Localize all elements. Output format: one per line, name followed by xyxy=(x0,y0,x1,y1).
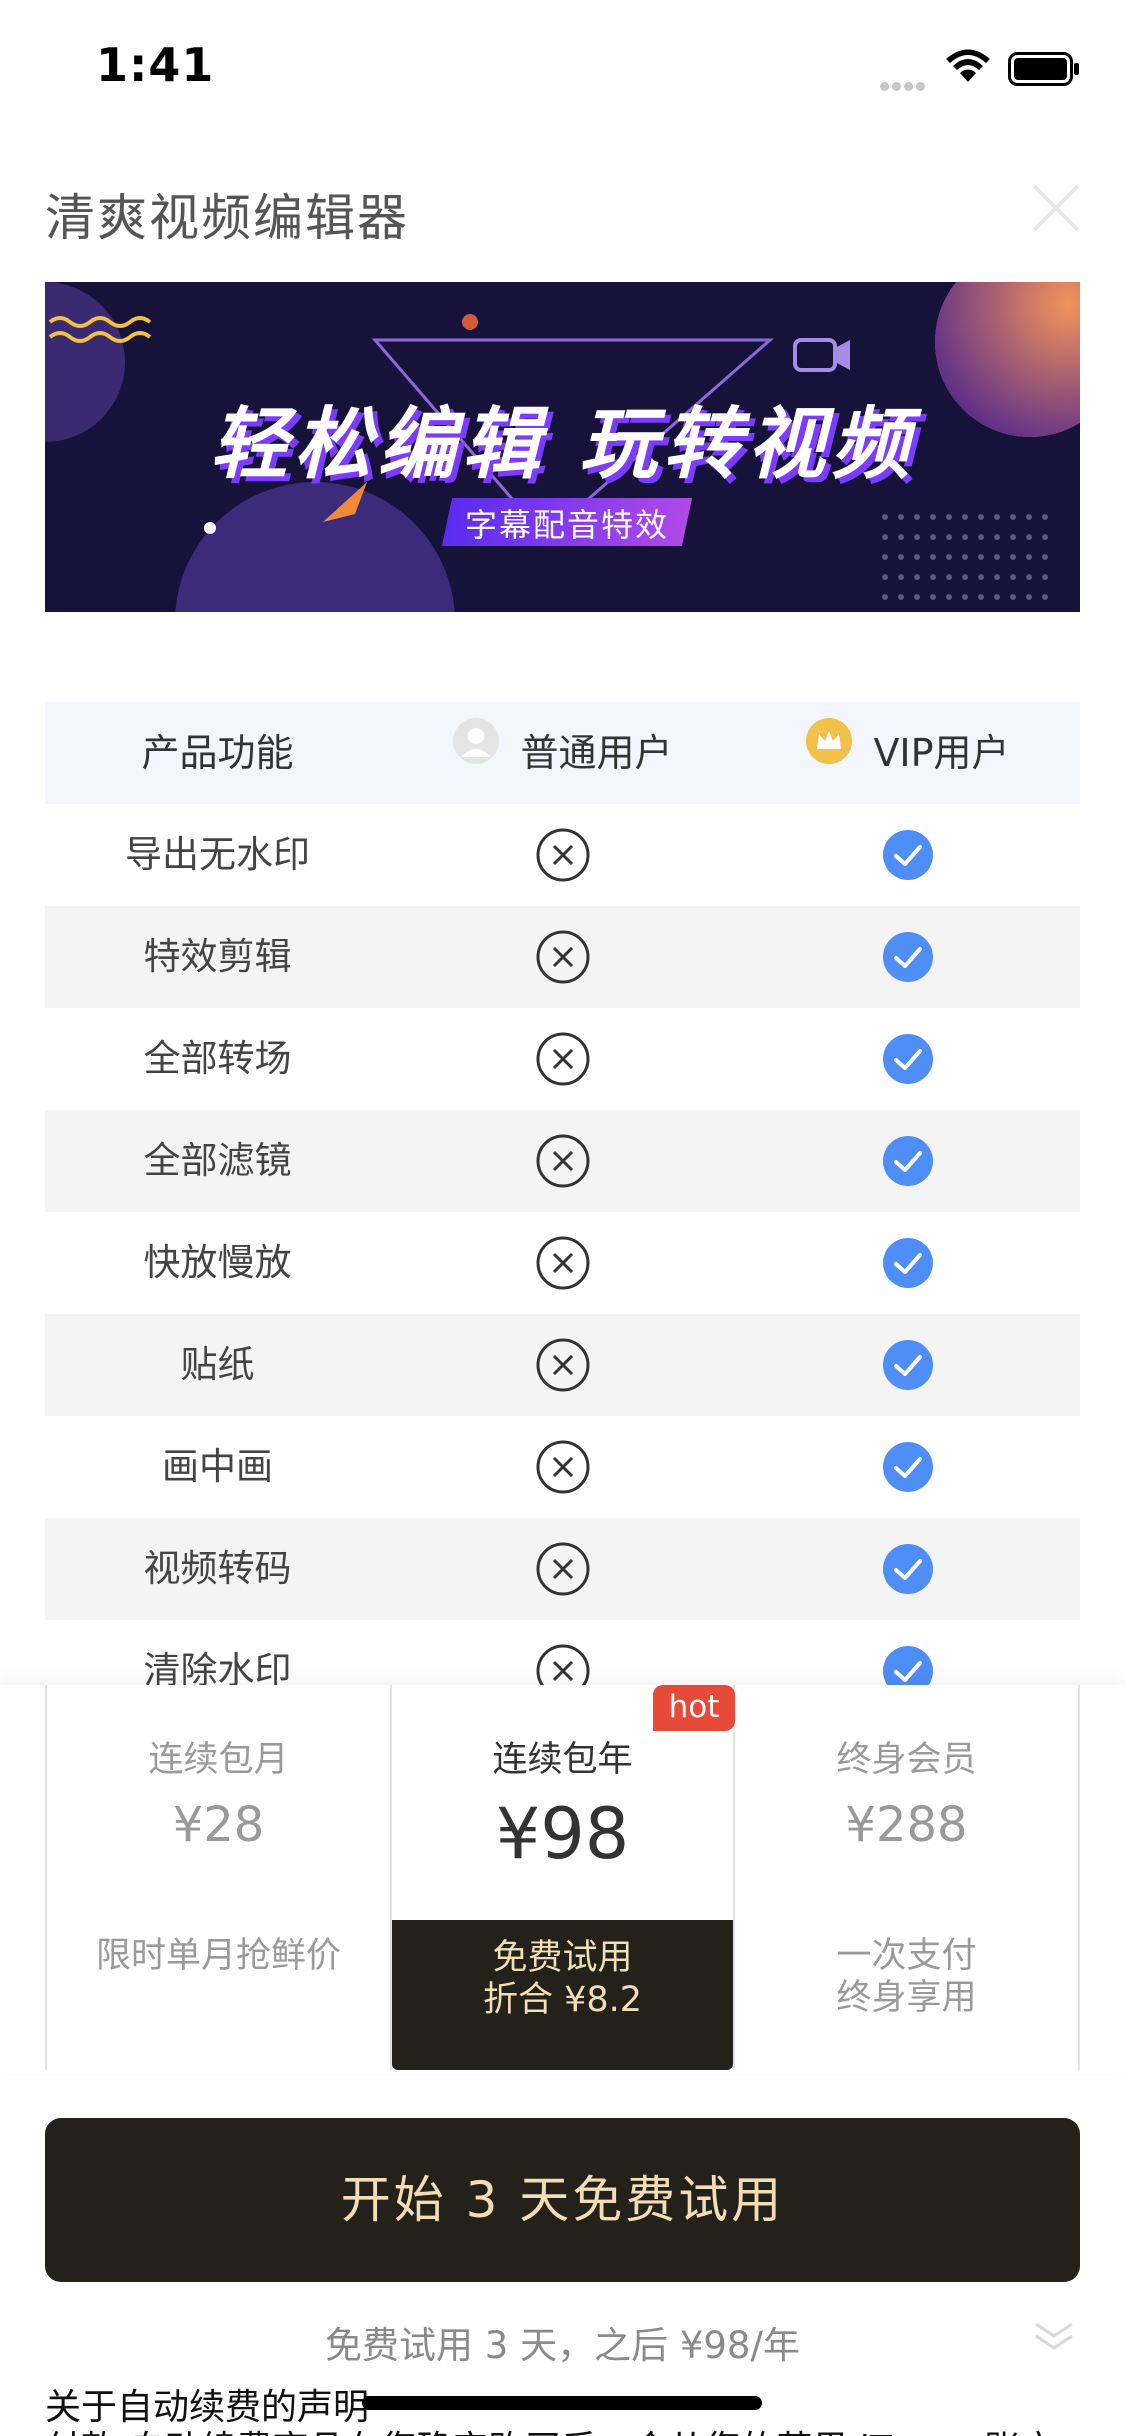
cross-icon xyxy=(535,929,591,989)
banner-headline: 轻松编辑 玩转视频 xyxy=(209,400,916,490)
vip-cell xyxy=(735,804,1080,906)
battery-icon xyxy=(1008,52,1079,86)
header-normal-label: 普通用户 xyxy=(520,731,673,775)
trial-info: 免费试用 3 天，之后 ¥98/年 xyxy=(325,2324,800,2367)
check-icon xyxy=(883,1544,933,1598)
plan-lifetime-note: 一次支付 终身享用 xyxy=(735,1935,1078,2019)
cross-icon xyxy=(535,1439,591,1499)
check-icon xyxy=(883,830,933,884)
wifi-icon xyxy=(946,49,990,82)
cross-icon xyxy=(535,1235,591,1295)
vip-cell xyxy=(735,906,1080,1008)
plan-monthly-note: 限时单月抢鲜价 xyxy=(95,1936,341,1976)
plan-lifetime[interactable]: 终身会员 ¥288 一次支付 终身享用 xyxy=(735,1685,1080,2070)
check-icon xyxy=(883,932,933,986)
feature-label: 全部转场 xyxy=(143,1037,292,1080)
chevron-down-icon[interactable] xyxy=(1032,2318,1076,2354)
cross-icon xyxy=(535,1337,591,1397)
table-row: 导出无水印 xyxy=(45,804,1080,906)
normal-cell xyxy=(390,906,735,1008)
signal-icon xyxy=(880,76,928,95)
header-normal-user: 普通用户 xyxy=(390,702,735,804)
plan-yearly-note: 免费试用 折合 ¥8.2 xyxy=(392,1937,733,2021)
hot-badge: hot xyxy=(653,1685,735,1731)
cross-icon xyxy=(535,827,591,887)
check-icon xyxy=(883,1034,933,1088)
table-row: 特效剪辑 xyxy=(45,906,1080,1008)
vip-cell xyxy=(735,1314,1080,1416)
banner-tag: 字幕配音特效 xyxy=(464,506,669,544)
table-row: 全部滤镜 xyxy=(45,1110,1080,1212)
normal-cell xyxy=(390,1212,735,1314)
cross-icon xyxy=(535,1031,591,1091)
plan-lifetime-name: 终身会员 xyxy=(836,1740,977,1780)
vip-cell xyxy=(735,1212,1080,1314)
home-indicator[interactable] xyxy=(362,2396,762,2410)
header-feature: 产品功能 xyxy=(141,731,294,775)
table-row: 画中画 xyxy=(45,1416,1080,1518)
header-vip-label: VIP用户 xyxy=(873,731,1010,775)
normal-cell xyxy=(390,1110,735,1212)
cross-icon xyxy=(535,1133,591,1193)
vip-cell xyxy=(735,1110,1080,1212)
plan-lifetime-note-line1: 一次支付 xyxy=(836,1936,977,1976)
feature-label: 贴纸 xyxy=(180,1343,255,1386)
vip-cell xyxy=(735,1008,1080,1110)
cross-icon xyxy=(535,1541,591,1601)
promo-banner: 轻松编辑 玩转视频 字幕配音特效 xyxy=(45,282,1080,612)
table-row: 全部转场 xyxy=(45,1008,1080,1110)
normal-cell xyxy=(390,1314,735,1416)
normal-cell xyxy=(390,1008,735,1110)
plan-yearly-note-line1: 免费试用 xyxy=(492,1938,633,1978)
feature-label: 快放慢放 xyxy=(143,1241,292,1284)
close-icon[interactable] xyxy=(1028,180,1084,236)
header-vip-user: VIP用户 xyxy=(735,702,1080,804)
plan-yearly-note-line2: 折合 ¥8.2 xyxy=(482,1980,643,2020)
feature-label: 画中画 xyxy=(162,1445,273,1488)
status-time: 1:41 xyxy=(96,38,215,92)
normal-cell xyxy=(390,1416,735,1518)
check-icon xyxy=(883,1238,933,1292)
status-bar: 1:41 xyxy=(0,0,1125,132)
plan-monthly[interactable]: 连续包月 ¥28 限时单月抢鲜价 xyxy=(45,1685,390,2070)
disclaimer-body: 付款 自动续费商品在您确定购买后，会从您的苹果 iTunes 账户 xyxy=(45,2420,1080,2436)
feature-label: 视频转码 xyxy=(143,1547,292,1590)
vip-cell xyxy=(735,1518,1080,1620)
normal-cell xyxy=(390,1518,735,1620)
check-icon xyxy=(883,1136,933,1190)
check-icon xyxy=(883,1340,933,1394)
table-header: 产品功能 普通用户 VIP用户 xyxy=(45,702,1080,804)
crown-icon xyxy=(806,717,853,764)
start-trial-button[interactable]: 开始 3 天免费试用 xyxy=(45,2118,1080,2282)
feature-label: 全部滤镜 xyxy=(143,1139,292,1182)
plan-monthly-price: ¥28 xyxy=(172,1797,265,1853)
plan-yearly-name: 连续包年 xyxy=(492,1740,633,1780)
feature-label: 特效剪辑 xyxy=(143,935,292,978)
plan-lifetime-price: ¥288 xyxy=(845,1797,968,1853)
page-title: 清爽视频编辑器 xyxy=(45,189,409,247)
vip-cell xyxy=(735,1416,1080,1518)
plan-selector: 连续包月 ¥28 限时单月抢鲜价 连续包年 ¥98 免费试用 折合 ¥8.2 终… xyxy=(0,1685,1125,2073)
user-avatar-icon xyxy=(453,717,500,764)
check-icon xyxy=(883,1442,933,1496)
plan-lifetime-note-line2: 终身享用 xyxy=(836,1978,977,2018)
feature-label: 导出无水印 xyxy=(125,833,310,876)
vip-page: 1:41 清爽视频编辑器 轻松编辑 玩转视频 字幕配音特效 产品功能 普通用户 … xyxy=(0,0,1125,2436)
table-row: 快放慢放 xyxy=(45,1212,1080,1314)
table-row: 视频转码 xyxy=(45,1518,1080,1620)
plan-monthly-name: 连续包月 xyxy=(148,1740,289,1780)
table-row: 贴纸 xyxy=(45,1314,1080,1416)
plan-yearly[interactable]: 连续包年 ¥98 免费试用 折合 ¥8.2 xyxy=(390,1685,735,2070)
plan-yearly-price: ¥98 xyxy=(495,1793,630,1875)
normal-cell xyxy=(390,804,735,906)
comparison-table: 产品功能 普通用户 VIP用户 导出无水印 特效剪辑 全部转场 全部滤镜 快放慢… xyxy=(45,702,1080,1722)
